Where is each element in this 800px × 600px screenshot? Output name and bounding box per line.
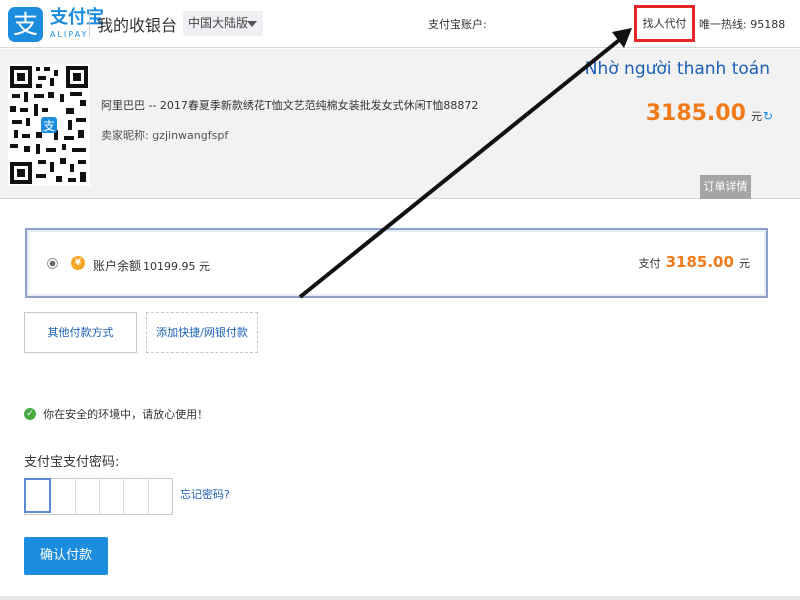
header-bar: 支 支付宝 ALIPAY 我的收银台 中国大陆版 支付宝账户: 找人代付 唯一热… (0, 0, 800, 48)
password-digit[interactable] (51, 479, 76, 514)
balance-radio[interactable] (47, 258, 58, 269)
page-title: 我的收银台 (97, 16, 178, 35)
logo-text: 支付宝 (50, 7, 104, 28)
add-card-button[interactable]: 添加快捷/网银付款 (146, 312, 258, 353)
region-label: 中国大陆版 (188, 16, 249, 30)
password-label: 支付宝支付密码: (24, 455, 120, 470)
order-detail-tab[interactable]: 订单详情 (700, 175, 751, 199)
balance-label: 账户余额 (93, 259, 142, 273)
footer-divider (0, 596, 800, 600)
hotline-text: 唯一热线: 95188 (699, 18, 786, 31)
other-payment-methods-button[interactable]: 其他付款方式 (24, 312, 137, 353)
password-digit[interactable] (24, 478, 52, 513)
pay-label: 支付 (638, 257, 661, 270)
check-icon: ✓ (24, 407, 36, 420)
balance-payment-option[interactable]: ¥ 账户余额 10199.95 元 支付 3185.00 元 (25, 228, 768, 298)
security-text: 你在安全的环境中，请放心使用！ (43, 407, 209, 421)
order-title: 阿里巴巴 -- 2017春夏季新款绣花T恤文艺范纯棉女装批发女式休闲T恤8887… (101, 99, 479, 112)
amount-unit: 元 (751, 110, 762, 123)
balance-value: 10199.95 元 (143, 260, 210, 273)
qr-code-icon: 支 (8, 64, 90, 186)
logo-subtext: ALIPAY (50, 30, 89, 39)
confirm-payment-button[interactable]: 确认付款 (24, 537, 108, 575)
forgot-password-link[interactable]: 忘记密码? (180, 486, 230, 502)
amount-value: 3185.00 (645, 101, 746, 126)
merchant-name: 卖家昵称: gzjinwangfspf (101, 129, 229, 142)
password-digit[interactable] (100, 479, 125, 514)
svg-text:支: 支 (43, 119, 55, 133)
annotation-label: Nhờ người thanh toán (584, 59, 770, 79)
password-digit[interactable] (149, 479, 172, 514)
chevron-down-icon (247, 21, 257, 27)
password-input[interactable] (24, 478, 173, 515)
refresh-icon[interactable]: ↻ (763, 110, 775, 122)
password-digit[interactable] (76, 479, 100, 514)
password-digit[interactable] (124, 479, 149, 514)
yen-icon: ¥ (71, 256, 85, 270)
account-label: 支付宝账户: (428, 18, 487, 31)
order-amount: 3185.00 元 (646, 101, 762, 126)
security-notice: ✓ 你在安全的环境中，请放心使用！ (24, 403, 208, 422)
pay-amount: 3185.00 (665, 253, 734, 271)
pay-amount-group: 支付 3185.00 元 (638, 252, 750, 271)
region-select[interactable]: 中国大陆版 (183, 11, 263, 36)
header-divider (89, 9, 90, 37)
find-someone-pay-button[interactable]: 找人代付 (634, 5, 695, 42)
pay-unit: 元 (739, 257, 750, 270)
alipay-logo-icon: 支 (8, 7, 43, 42)
order-summary: 支 阿里巴巴 -- 2017春夏季新款绣花T恤文艺范纯棉女装批发女式休闲T恤88… (0, 49, 800, 199)
